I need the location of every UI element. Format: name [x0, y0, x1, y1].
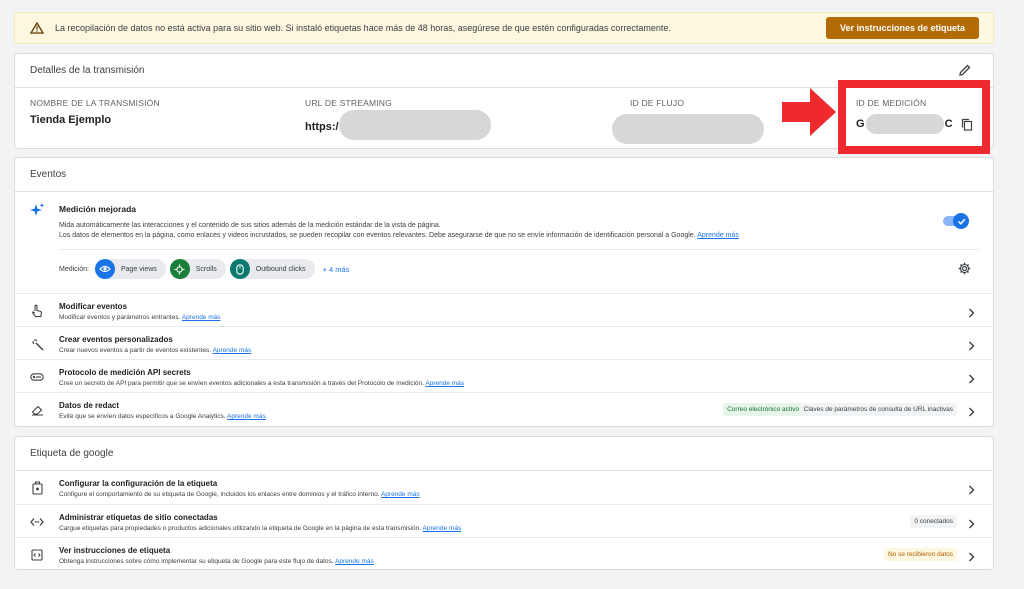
api-secrets-learn-more[interactable]: Aprende más	[425, 380, 464, 387]
chevron-right-icon	[968, 305, 975, 323]
enhanced-measurement-desc1: Mida automáticamente las interacciones y…	[59, 222, 441, 229]
tag-instructions-row[interactable]: Ver instrucciones de etiqueta Obtenga in…	[15, 537, 993, 570]
connected-tags-desc: Cargue etiquetas para propiedades o prod…	[59, 525, 422, 532]
stream-name-field: NOMBRE DE LA TRANSMISIÓN Tienda Ejemplo	[30, 98, 160, 126]
email-active-badge: Correo electrónico activo	[723, 403, 803, 416]
stream-url-field: URL DE STREAMING https:/	[305, 98, 491, 140]
enhanced-measurement-section: Medición mejorada Mida automáticamente l…	[15, 192, 993, 292]
custom-events-title: Crear eventos personalizados	[59, 335, 173, 344]
enhanced-measurement-title: Medición mejorada	[59, 204, 136, 214]
api-secrets-title: Protocolo de medición API secrets	[59, 368, 191, 377]
redacted-flow-id	[612, 114, 764, 144]
stream-url-value: https:/	[305, 121, 339, 133]
modify-events-row[interactable]: Modificar eventos Modificar eventos y pa…	[15, 293, 993, 326]
sparkle-icon	[29, 202, 45, 223]
modify-events-learn-more[interactable]: Aprende más	[182, 314, 221, 321]
tag-instructions-learn-more[interactable]: Aprende más	[335, 558, 374, 565]
chip-scrolls[interactable]: Scrolls	[169, 259, 226, 279]
configure-tag-desc: Configure el comportamiento de su etique…	[59, 491, 380, 498]
chevron-right-icon	[968, 338, 975, 356]
custom-events-desc: Crear nuevos eventos a partir de eventos…	[59, 347, 212, 354]
events-title: Eventos	[30, 169, 67, 180]
touch-icon	[30, 304, 44, 318]
chevron-right-icon	[968, 549, 975, 567]
enhanced-measurement-toggle[interactable]	[943, 213, 969, 229]
warning-text: La recopilación de datos no está activa …	[55, 23, 671, 33]
redact-data-learn-more[interactable]: Aprende más	[227, 413, 266, 420]
google-tag-card: Etiqueta de google Configurar la configu…	[14, 436, 994, 570]
eye-icon	[94, 259, 115, 279]
gear-icon[interactable]	[958, 262, 971, 280]
flow-id-field: ID DE FLUJO	[612, 98, 764, 144]
redacted-url	[338, 110, 491, 140]
more-measurements-link[interactable]: + 4 más	[323, 265, 350, 274]
warning-banner: La recopilación de datos no está activa …	[14, 12, 994, 44]
enhanced-learn-more-link[interactable]: Aprende más	[697, 232, 739, 239]
eraser-icon	[30, 403, 44, 417]
chip-page-views[interactable]: Page views	[94, 259, 166, 279]
flow-id-label: ID DE FLUJO	[630, 98, 685, 108]
events-header: Eventos	[15, 158, 993, 192]
code-arrows-icon	[30, 515, 44, 529]
redact-data-row[interactable]: Datos de redact Evite que se envíen dato…	[15, 392, 993, 425]
vpn-key-icon	[30, 370, 44, 384]
custom-events-row[interactable]: Crear eventos personalizados Crear nuevo…	[15, 326, 993, 359]
measurement-chips-row: Medición: Page views Scrolls Outbound cl…	[59, 259, 349, 279]
api-secrets-desc: Cree un secreto de API para permitir que…	[59, 380, 424, 387]
enhanced-measurement-desc2: Los datos de elementos en la página, com…	[59, 232, 696, 239]
warning-icon	[29, 21, 45, 35]
magic-cursor-icon	[30, 337, 44, 351]
mouse-icon	[229, 259, 250, 279]
connected-count-badge: 0 conectados	[910, 515, 957, 528]
connected-tags-learn-more[interactable]: Aprende más	[423, 525, 462, 532]
redact-data-title: Datos de redact	[59, 401, 120, 410]
divider	[59, 249, 979, 250]
modify-events-desc: Modificar eventos y parámetros entrantes…	[59, 314, 181, 321]
modify-events-title: Modificar eventos	[59, 302, 128, 311]
events-card: Eventos Medición mejorada Mida automátic…	[14, 157, 994, 427]
measurement-label: Medición:	[59, 265, 89, 273]
google-tag-header: Etiqueta de google	[15, 437, 993, 471]
chevron-right-icon	[968, 371, 975, 389]
stream-name-label: NOMBRE DE LA TRANSMISIÓN	[30, 98, 160, 108]
stream-name-value: Tienda Ejemplo	[30, 114, 112, 126]
redact-data-desc: Evite que se envíen datos específicos a …	[59, 413, 226, 420]
tag-settings-icon	[30, 481, 44, 495]
connected-tags-row[interactable]: Administrar etiquetas de sitio conectada…	[15, 504, 993, 537]
red-arrow-annotation	[782, 88, 836, 136]
configure-tag-learn-more[interactable]: Aprende más	[381, 491, 420, 498]
configure-tag-row[interactable]: Configurar la configuración de la etique…	[15, 471, 993, 504]
custom-events-learn-more[interactable]: Aprende más	[213, 347, 252, 354]
chip-outbound-clicks[interactable]: Outbound clicks	[229, 259, 315, 279]
api-secrets-row[interactable]: Protocolo de medición API secrets Cree u…	[15, 359, 993, 392]
code-window-icon	[30, 548, 44, 562]
chevron-right-icon	[968, 482, 975, 500]
url-params-inactive-badge: Claves de parámetros de consulta de URL …	[799, 403, 957, 416]
check-icon	[953, 213, 969, 229]
edit-pencil-icon[interactable]	[959, 64, 971, 79]
google-tag-title: Etiqueta de google	[30, 448, 114, 459]
view-tag-instructions-button[interactable]: Ver instrucciones de etiqueta	[825, 17, 979, 39]
tag-instructions-desc: Obtenga instrucciones sobre cómo impleme…	[59, 558, 334, 565]
crosshair-icon	[169, 259, 190, 279]
no-data-received-badge: No se recibieron datos	[883, 548, 957, 561]
stream-url-label: URL DE STREAMING	[305, 98, 392, 108]
tag-instructions-title: Ver instrucciones de etiqueta	[59, 546, 171, 555]
chevron-right-icon	[968, 516, 975, 534]
chevron-right-icon	[968, 404, 975, 422]
stream-details-title: Detalles de la transmisión	[30, 65, 145, 76]
red-highlight-box	[838, 80, 990, 154]
configure-tag-title: Configurar la configuración de la etique…	[59, 479, 218, 488]
connected-tags-title: Administrar etiquetas de sitio conectada…	[59, 513, 218, 522]
